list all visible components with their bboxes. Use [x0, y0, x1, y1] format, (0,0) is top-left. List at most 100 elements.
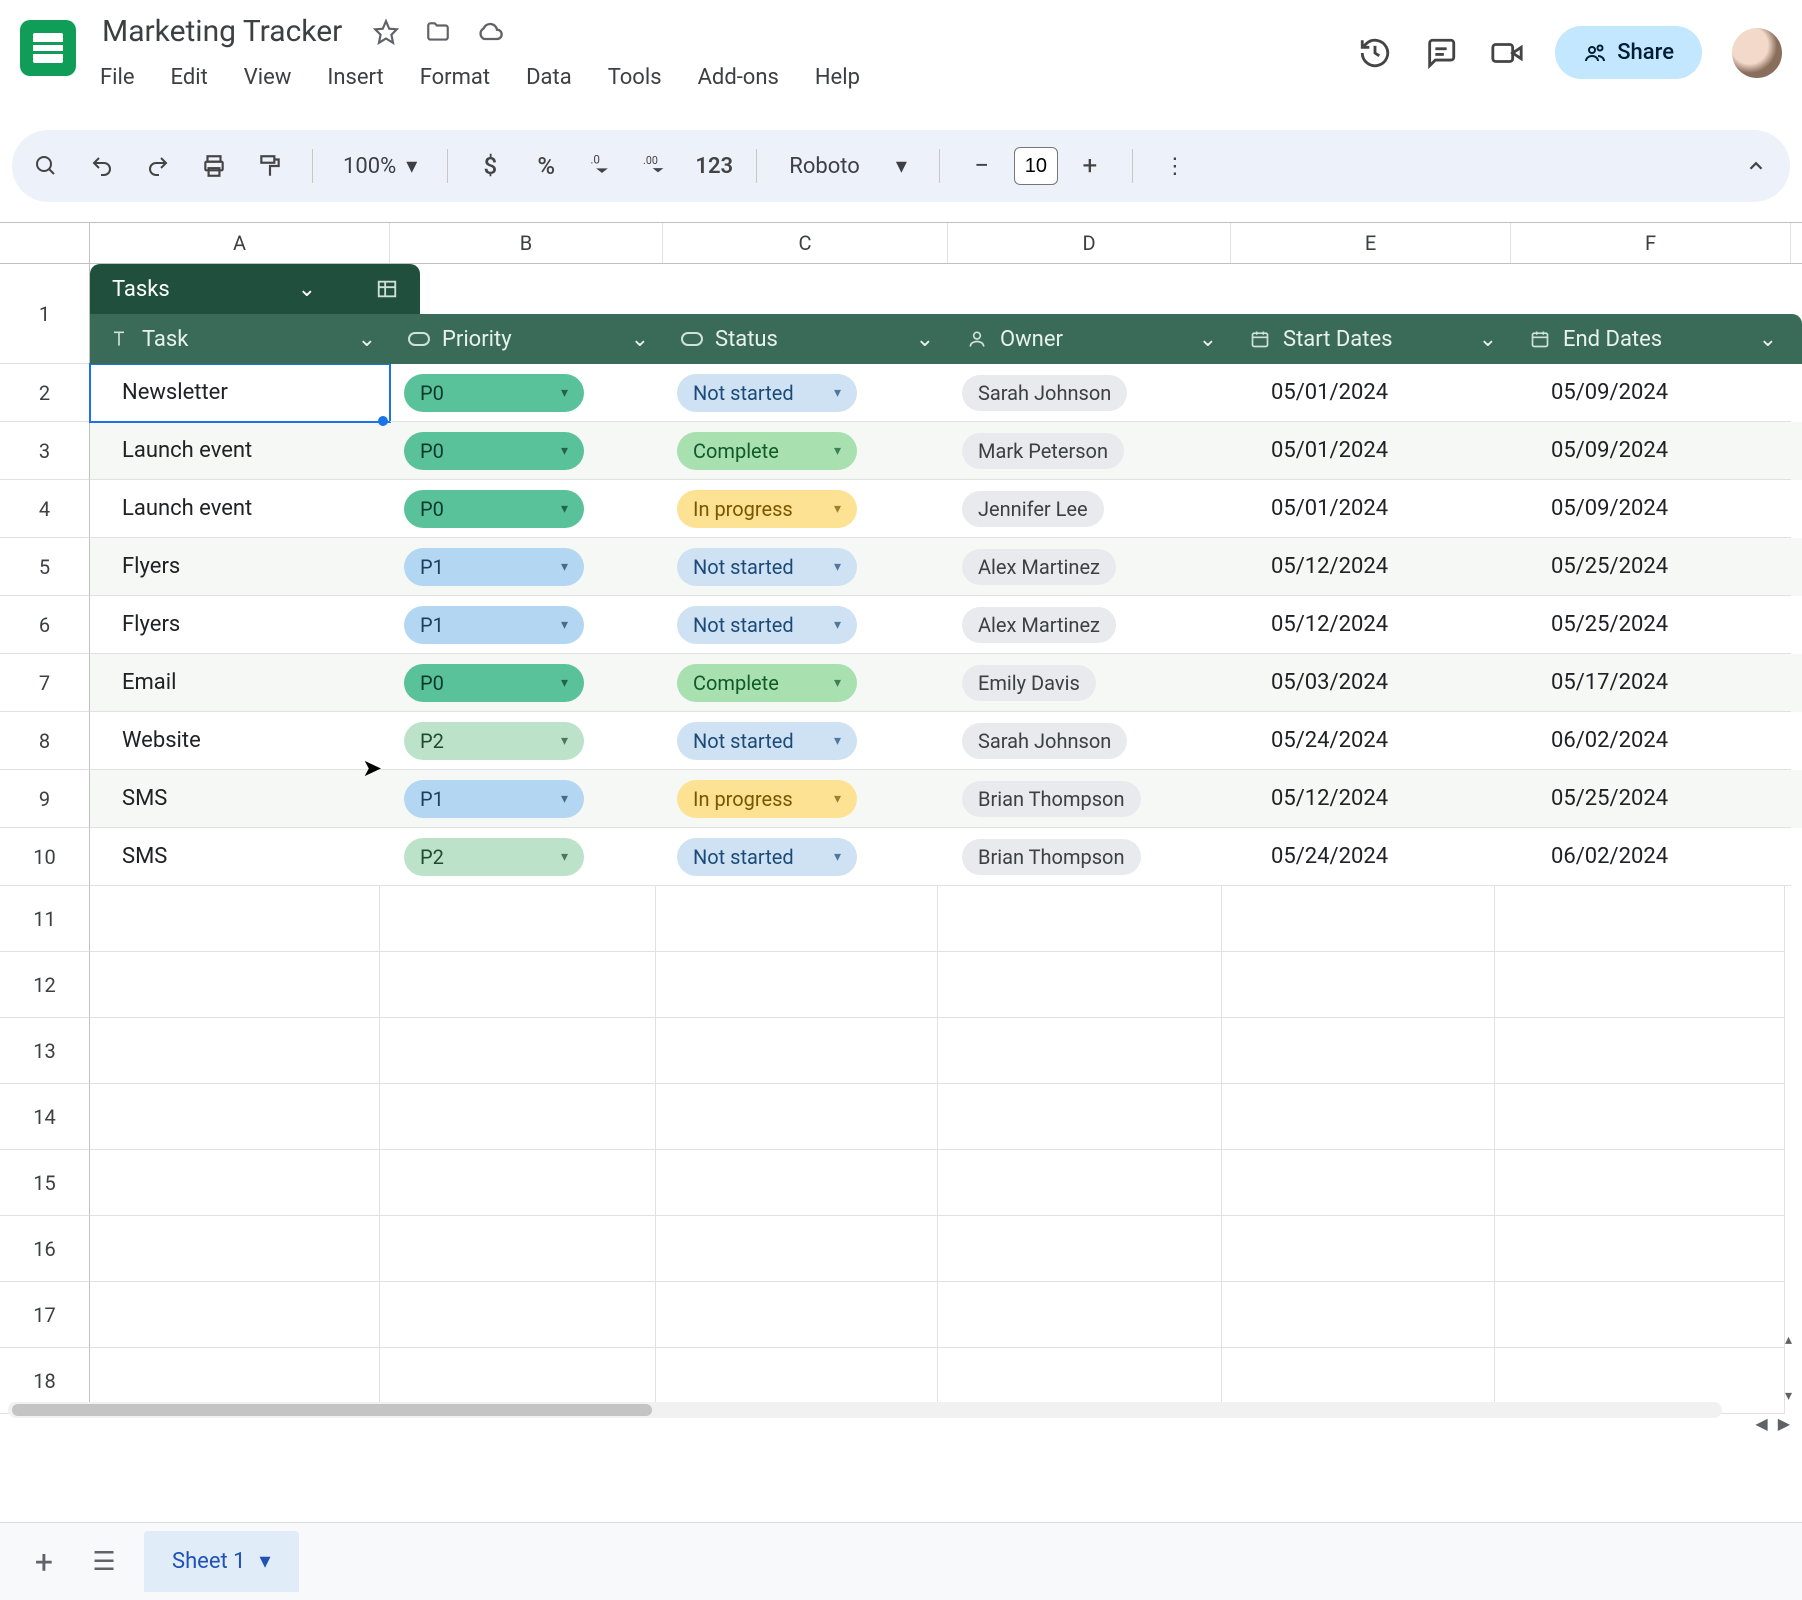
priority-chip[interactable]: P0▾ [404, 490, 584, 528]
chevron-down-icon[interactable]: ⌄ [916, 327, 934, 352]
cell-task[interactable]: Email [90, 654, 390, 712]
cell-owner[interactable]: Sarah Johnson [948, 364, 1231, 422]
horizontal-scrollbar[interactable] [8, 1402, 1722, 1418]
undo-icon[interactable] [82, 146, 122, 186]
all-sheets-button[interactable]: ☰ [84, 1542, 124, 1582]
increase-decimal-icon[interactable]: .00 [638, 146, 678, 186]
priority-chip[interactable]: P1▾ [404, 780, 584, 818]
chevron-down-icon[interactable]: ⌄ [1199, 327, 1217, 352]
cell-owner[interactable]: Alex Martinez [948, 538, 1231, 596]
meet-icon[interactable] [1489, 35, 1525, 71]
col-header-B[interactable]: B [390, 223, 663, 263]
priority-chip[interactable]: P2▾ [404, 722, 584, 760]
priority-chip[interactable]: P1▾ [404, 548, 584, 586]
empty-cell[interactable] [1495, 886, 1785, 952]
status-chip[interactable]: In progress▾ [677, 490, 857, 528]
cell-start-date[interactable]: 05/24/2024 [1231, 712, 1511, 770]
document-title[interactable]: Marketing Tracker [96, 10, 348, 53]
cell-status[interactable]: In progress▾ [663, 480, 948, 538]
cell-priority[interactable]: P1▾ [390, 770, 663, 828]
row-header-16[interactable]: 16 [0, 1216, 90, 1282]
status-chip[interactable]: Complete▾ [677, 432, 857, 470]
empty-cell[interactable] [90, 1018, 380, 1084]
chevron-down-icon[interactable]: ⌄ [631, 327, 649, 352]
add-sheet-button[interactable]: + [24, 1542, 64, 1582]
empty-cell[interactable] [1222, 952, 1495, 1018]
col-header-D[interactable]: D [948, 223, 1231, 263]
cell-task[interactable]: Flyers [90, 596, 390, 654]
row-header-7[interactable]: 7 [0, 654, 90, 712]
empty-cell[interactable] [90, 1084, 380, 1150]
header-task[interactable]: Task ⌄ [90, 314, 390, 364]
cell-status[interactable]: Complete▾ [663, 422, 948, 480]
account-avatar[interactable] [1732, 28, 1782, 78]
menu-data[interactable]: Data [522, 59, 576, 96]
owner-chip[interactable]: Brian Thompson [962, 839, 1141, 875]
cell-start-date[interactable]: 05/01/2024 [1231, 480, 1511, 538]
cell-start-date[interactable]: 05/12/2024 [1231, 596, 1511, 654]
menu-format[interactable]: Format [416, 59, 494, 96]
cell-priority[interactable]: P0▾ [390, 422, 663, 480]
status-chip[interactable]: In progress▾ [677, 780, 857, 818]
cell-task[interactable]: SMS [90, 828, 390, 886]
cell-owner[interactable]: Brian Thompson [948, 770, 1231, 828]
col-header-A[interactable]: A [90, 223, 390, 263]
row-header-8[interactable]: 8 [0, 712, 90, 770]
empty-cell[interactable] [90, 1216, 380, 1282]
owner-chip[interactable]: Sarah Johnson [962, 375, 1127, 411]
cell-status[interactable]: Not started▾ [663, 596, 948, 654]
menu-edit[interactable]: Edit [167, 59, 212, 96]
cell-start-date[interactable]: 05/24/2024 [1231, 828, 1511, 886]
empty-cell[interactable] [1222, 1216, 1495, 1282]
chevron-down-icon[interactable]: ⌄ [358, 327, 376, 352]
empty-cell[interactable] [656, 1084, 938, 1150]
zoom-dropdown[interactable]: 100% ▾ [335, 154, 425, 179]
row-header-3[interactable]: 3 [0, 422, 90, 480]
cell-owner[interactable]: Jennifer Lee [948, 480, 1231, 538]
row-header-4[interactable]: 4 [0, 480, 90, 538]
cell-start-date[interactable]: 05/03/2024 [1231, 654, 1511, 712]
priority-chip[interactable]: P1▾ [404, 606, 584, 644]
owner-chip[interactable]: Jennifer Lee [962, 491, 1104, 527]
cell-owner[interactable]: Emily Davis [948, 654, 1231, 712]
header-status[interactable]: Status ⌄ [663, 314, 948, 364]
scrollbar-thumb[interactable] [12, 1404, 652, 1416]
table-name-chip[interactable]: Tasks ⌄ [90, 264, 420, 314]
cell-end-date[interactable]: 05/25/2024 [1511, 770, 1791, 828]
header-start-date[interactable]: Start Dates ⌄ [1231, 314, 1511, 364]
row-header-1[interactable]: 1 [0, 264, 90, 364]
cell-end-date[interactable]: 05/09/2024 [1511, 480, 1791, 538]
cell-end-date[interactable]: 05/17/2024 [1511, 654, 1791, 712]
cell-end-date[interactable]: 05/25/2024 [1511, 538, 1791, 596]
cell-owner[interactable]: Brian Thompson [948, 828, 1231, 886]
empty-cell[interactable] [938, 886, 1222, 952]
cell-priority[interactable]: P0▾ [390, 654, 663, 712]
cell-owner[interactable]: Mark Peterson [948, 422, 1231, 480]
row-header-12[interactable]: 12 [0, 952, 90, 1018]
empty-cell[interactable] [656, 952, 938, 1018]
cell-status[interactable]: Not started▾ [663, 828, 948, 886]
menu-insert[interactable]: Insert [323, 59, 387, 96]
more-toolbar-icon[interactable]: ⋮ [1155, 146, 1195, 186]
cell-end-date[interactable]: 05/09/2024 [1511, 364, 1791, 422]
empty-cell[interactable] [380, 1282, 656, 1348]
selection-handle[interactable] [378, 416, 388, 426]
owner-chip[interactable]: Mark Peterson [962, 433, 1124, 469]
percent-button[interactable]: % [526, 146, 566, 186]
cell-end-date[interactable]: 06/02/2024 [1511, 828, 1791, 886]
header-priority[interactable]: Priority ⌄ [390, 314, 663, 364]
share-button[interactable]: Share [1555, 26, 1702, 79]
empty-cell[interactable] [90, 1282, 380, 1348]
menu-addons[interactable]: Add-ons [694, 59, 783, 96]
status-chip[interactable]: Not started▾ [677, 722, 857, 760]
decrease-decimal-icon[interactable]: .0 [582, 146, 622, 186]
empty-cell[interactable] [656, 1150, 938, 1216]
empty-cell[interactable] [380, 886, 656, 952]
empty-cell[interactable] [1222, 886, 1495, 952]
empty-cell[interactable] [1495, 952, 1785, 1018]
sheets-logo[interactable] [20, 20, 76, 76]
select-all-corner[interactable] [0, 223, 90, 263]
menu-file[interactable]: File [96, 59, 139, 96]
col-header-C[interactable]: C [663, 223, 948, 263]
row-header-2[interactable]: 2 [0, 364, 90, 422]
